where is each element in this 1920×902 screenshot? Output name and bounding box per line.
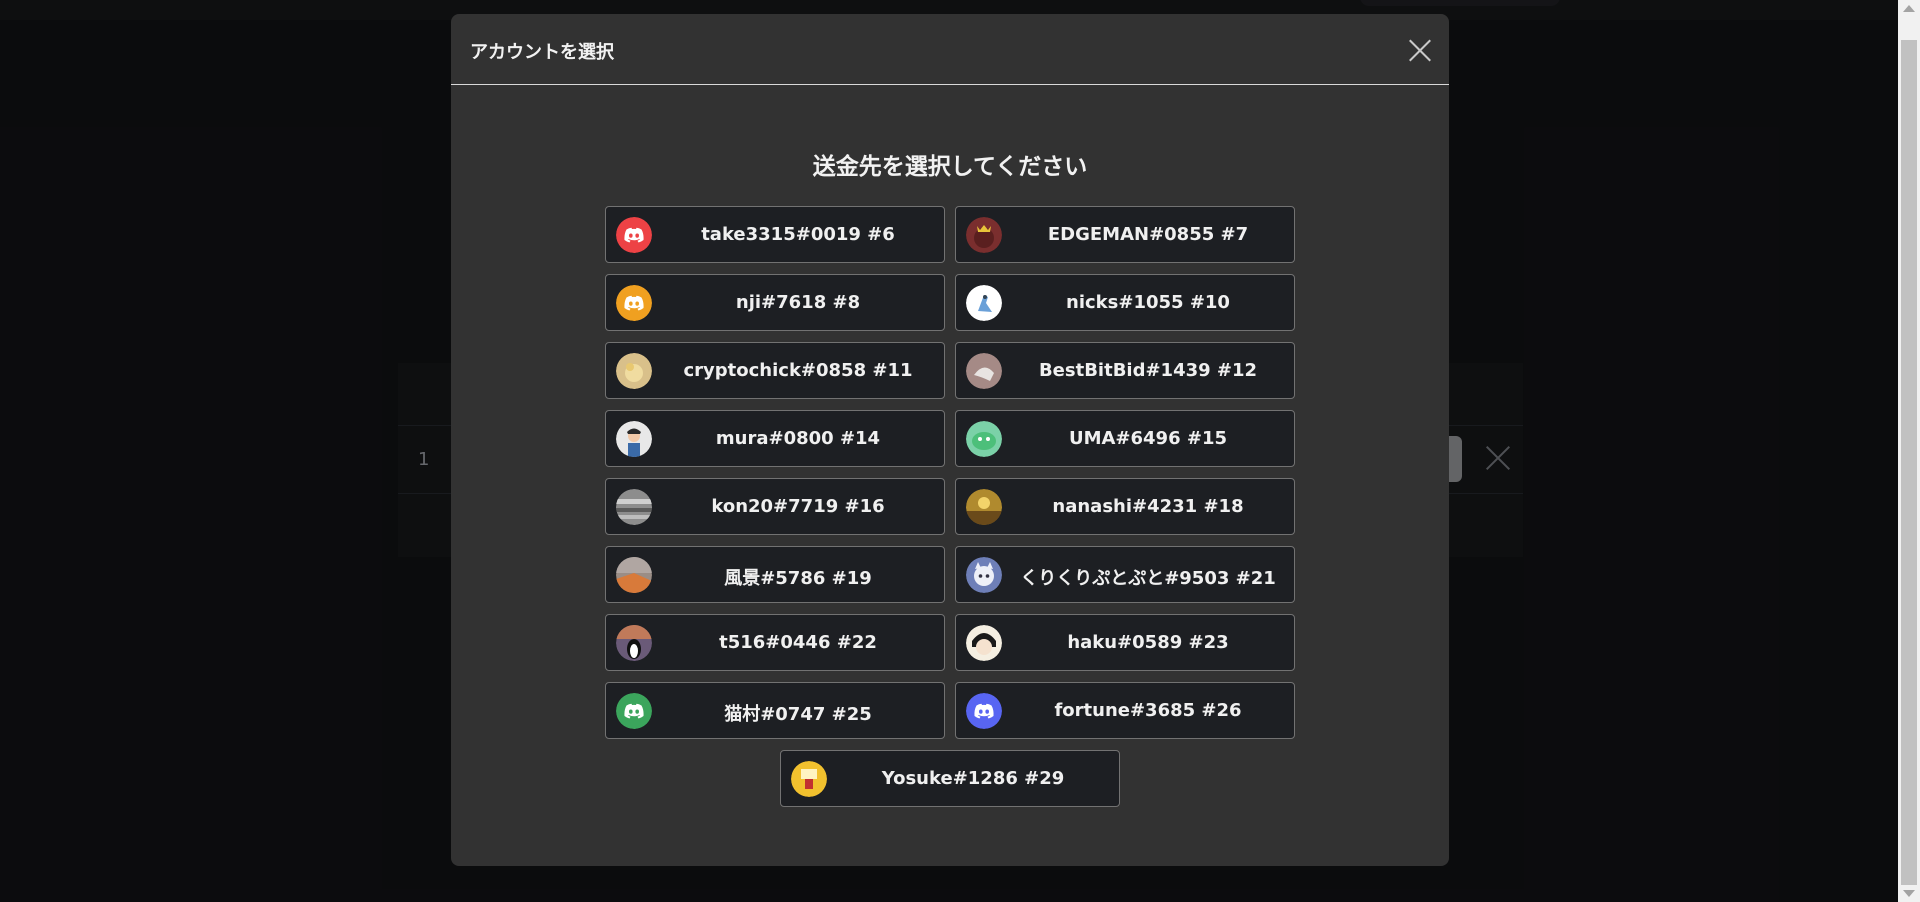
account-name: nji#7618 #8: [735, 292, 861, 313]
account-select-modal: アカウントを選択 送金先を選択してください take3315#0019 #6 ED…: [451, 14, 1449, 866]
yellow-character-avatar: [791, 761, 827, 797]
penguin-photo-avatar: [616, 625, 652, 661]
account-name: BestBitBid#1439 #12: [1038, 360, 1258, 381]
account-name: fortune#3685 #26: [1054, 700, 1242, 721]
account-name: くりくりぷとぷと#9503 #21: [1020, 568, 1276, 589]
account-name: nanashi#4231 #18: [1052, 496, 1244, 517]
account-button[interactable]: くりくりぷとぷと#9503 #21: [955, 546, 1295, 603]
chick-photo-avatar: [616, 353, 652, 389]
account-button[interactable]: t516#0446 #22: [605, 614, 945, 671]
account-button[interactable]: nji#7618 #8: [605, 274, 945, 331]
sunset-photo-avatar: [966, 489, 1002, 525]
account-name: cryptochick#0858 #11: [683, 360, 913, 381]
discord-icon: [966, 693, 1002, 729]
account-button[interactable]: BestBitBid#1439 #12: [955, 342, 1295, 399]
discord-icon: [616, 693, 652, 729]
green-creature-avatar: [966, 421, 1002, 457]
account-name: nicks#1055 #10: [1066, 292, 1230, 313]
account-button[interactable]: kon20#7719 #16: [605, 478, 945, 535]
page-scrollbar[interactable]: [1898, 0, 1920, 902]
account-name: 風景#5786 #19: [724, 568, 872, 589]
account-button[interactable]: nicks#1055 #10: [955, 274, 1295, 331]
account-name: take3315#0019 #6: [701, 224, 895, 245]
grayscale-photo-avatar: [616, 489, 652, 525]
modal-heading: 送金先を選択してください: [812, 154, 1088, 180]
crowned-creature-avatar: [966, 217, 1002, 253]
account-name: 猫村#0747 #25: [724, 704, 872, 725]
modal-header: アカウントを選択: [451, 14, 1449, 85]
cat-character-avatar: [966, 557, 1002, 593]
account-button[interactable]: 風景#5786 #19: [605, 546, 945, 603]
account-button[interactable]: EDGEMAN#0855 #7: [955, 206, 1295, 263]
scroll-down-arrow-icon[interactable]: [1903, 890, 1915, 897]
account-name: mura#0800 #14: [715, 428, 881, 449]
scroll-up-arrow-icon[interactable]: [1903, 5, 1915, 12]
account-name: kon20#7719 #16: [711, 496, 885, 517]
account-button[interactable]: haku#0589 #23: [955, 614, 1295, 671]
discord-icon: [616, 285, 652, 321]
close-icon[interactable]: [1405, 35, 1435, 65]
anime-character-avatar: [966, 625, 1002, 661]
account-button[interactable]: mura#0800 #14: [605, 410, 945, 467]
account-name: EDGEMAN#0855 #7: [1047, 224, 1249, 245]
account-button[interactable]: cryptochick#0858 #11: [605, 342, 945, 399]
account-name: haku#0589 #23: [1067, 632, 1229, 653]
account-button[interactable]: nanashi#4231 #18: [955, 478, 1295, 535]
account-button[interactable]: 猫村#0747 #25: [605, 682, 945, 739]
account-name: UMA#6496 #15: [1068, 428, 1228, 449]
account-grid: take3315#0019 #6 EDGEMAN#0855 #7 nji#7618…: [603, 206, 1297, 807]
account-button[interactable]: take3315#0019 #6: [605, 206, 945, 263]
scrollbar-thumb[interactable]: [1901, 40, 1917, 885]
account-button[interactable]: fortune#3685 #26: [955, 682, 1295, 739]
account-name: Yosuke#1286 #29: [881, 768, 1065, 789]
account-button[interactable]: UMA#6496 #15: [955, 410, 1295, 467]
modal-title: アカウントを選択: [470, 42, 614, 63]
account-button[interactable]: Yosuke#1286 #29: [780, 750, 1120, 807]
bird-avatar: [966, 285, 1002, 321]
bird-photo-avatar: [966, 353, 1002, 389]
discord-icon: [616, 217, 652, 253]
account-name: t516#0446 #22: [719, 632, 877, 653]
person-avatar: [616, 421, 652, 457]
landscape-photo-avatar: [616, 557, 652, 593]
